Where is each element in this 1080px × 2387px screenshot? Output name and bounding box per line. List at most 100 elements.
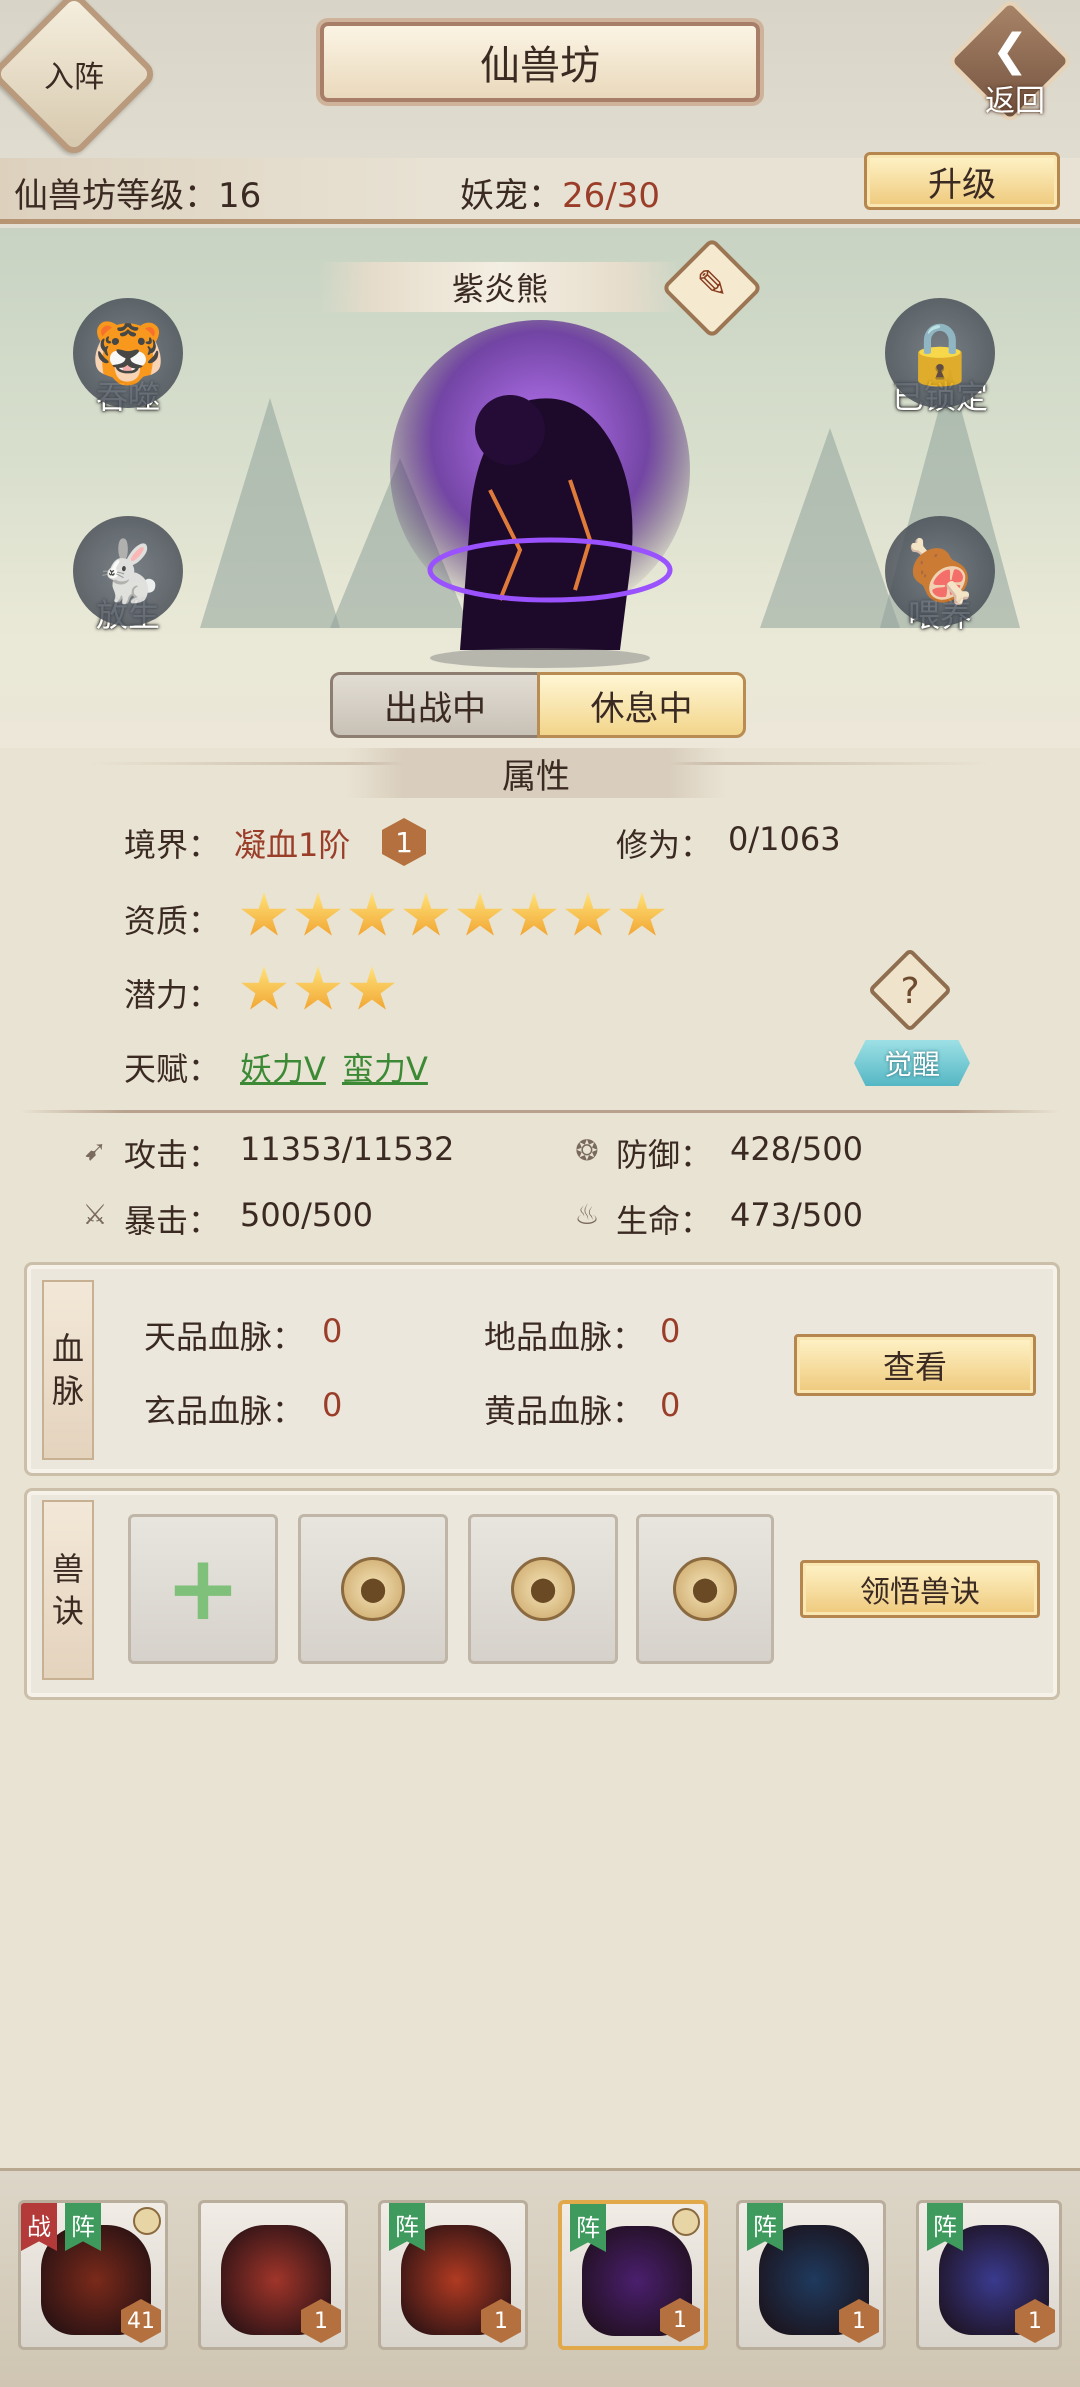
formation-tag: 阵 (747, 2203, 783, 2251)
star-icon (510, 892, 558, 936)
workshop-level: 仙兽坊等级：16 (14, 176, 262, 216)
cultivation-label: 修为： (616, 826, 713, 864)
meat-icon: 🍖 (885, 516, 995, 626)
roster-pet-card[interactable]: 阵1 (736, 2200, 886, 2350)
lock-icon: 🔒 (885, 298, 995, 408)
formation-tag: 阵 (927, 2203, 963, 2251)
divider (20, 1110, 1060, 1113)
attack-label: 攻击： (124, 1136, 221, 1174)
defense-label: 防御： (616, 1136, 713, 1174)
plus-icon: + (165, 1536, 241, 1641)
star-icon (294, 892, 342, 936)
star-icon (348, 892, 396, 936)
di-bloodline-label: 地品血脉： (484, 1318, 645, 1356)
page-title: 仙兽坊 (320, 22, 760, 102)
roster-pet-card[interactable]: 战阵 41 (18, 2200, 168, 2350)
realm-label: 境界： (124, 826, 221, 864)
roster-pet-card[interactable]: 阵1 (916, 2200, 1062, 2350)
star-icon (402, 892, 450, 936)
huang-bloodline-value: 0 (660, 1386, 681, 1424)
defense-value: 428/500 (730, 1130, 863, 1168)
realm-level-badge: 1 (382, 818, 426, 866)
crit-icon: ⚔ (82, 1198, 108, 1231)
skill-slot-locked[interactable]: ⬤ (636, 1514, 774, 1664)
star-icon (348, 966, 396, 1010)
crit-value: 500/500 (240, 1196, 373, 1234)
tian-bloodline-value: 0 (322, 1312, 343, 1350)
huang-bloodline-label: 黄品血脉： (484, 1392, 645, 1430)
roster-pet-card[interactable]: 阵1 (558, 2200, 708, 2350)
hp-label: 生命： (616, 1202, 713, 1240)
roster-pet-card[interactable]: 阵1 (378, 2200, 528, 2350)
lock-button[interactable]: 🔒 已锁定 (880, 298, 1000, 428)
padlock-icon: ⬤ (511, 1557, 575, 1621)
hp-value: 473/500 (730, 1196, 863, 1234)
skill-slot-locked[interactable]: ⬤ (468, 1514, 618, 1664)
brush-icon: ✎ (696, 262, 728, 306)
status-tab-rest[interactable]: 休息中 (537, 672, 746, 738)
cultivation-value: 0/1063 (728, 820, 841, 858)
bloodline-tab-char: 血 (51, 1330, 84, 1368)
xuan-bloodline-value: 0 (322, 1386, 343, 1424)
tiger-head-icon: 🐯 (73, 298, 183, 408)
crit-label: 暴击： (124, 1202, 221, 1240)
mountain-decor (760, 428, 900, 628)
pet-count-value: 26/30 (562, 176, 660, 216)
purple-flame-bear-image (390, 320, 690, 668)
question-icon: ? (900, 971, 920, 1012)
star-icon (240, 892, 288, 936)
pet-count: 妖宠：26/30 (460, 168, 660, 217)
bloodline-tab: 血 脉 (42, 1280, 94, 1460)
mountain-decor (200, 398, 340, 628)
devour-button[interactable]: 🐯 吞噬 (68, 298, 188, 428)
di-bloodline-value: 0 (660, 1312, 681, 1350)
join-formation-label: 入阵 (44, 60, 104, 95)
back-arrow-icon: ❮ (991, 25, 1029, 76)
star-icon (294, 966, 342, 1010)
bow-icon: ➹ (83, 1134, 107, 1167)
upgrade-button[interactable]: 升级 (864, 152, 1060, 210)
life-icon: ♨ (574, 1198, 600, 1231)
feed-button[interactable]: 🍖 喂养 (880, 516, 1000, 646)
view-bloodline-button[interactable]: 查看 (794, 1334, 1036, 1396)
battle-tag: 战 (21, 2203, 57, 2251)
learn-skill-button[interactable]: 领悟兽诀 (800, 1560, 1040, 1618)
shield-icon: ❂ (575, 1134, 599, 1167)
skill-tab-char: 诀 (51, 1592, 84, 1630)
pet-name: 紫炎熊 (320, 262, 680, 312)
status-tab-battle[interactable]: 出战中 (330, 672, 540, 738)
attack-value: 11353/11532 (240, 1130, 455, 1168)
star-icon (456, 892, 504, 936)
awaken-button[interactable]: 觉醒 (854, 1040, 970, 1086)
tian-bloodline-label: 天品血脉： (144, 1318, 305, 1356)
formation-tag: 阵 (389, 2203, 425, 2251)
back-label: 返回 (985, 84, 1045, 119)
rabbit-icon: 🐇 (73, 516, 183, 626)
star-icon (618, 892, 666, 936)
talent-link[interactable]: 妖力V (240, 1044, 326, 1090)
lock-icon (672, 2208, 700, 2236)
aptitude-label: 资质： (124, 902, 221, 940)
aptitude-stars (240, 892, 672, 944)
lock-icon (133, 2207, 161, 2235)
potential-stars (240, 966, 402, 1018)
pet-count-label: 妖宠： (460, 176, 562, 216)
potential-label: 潜力： (124, 976, 221, 1014)
roster-pet-card[interactable]: 1 (198, 2200, 348, 2350)
star-icon (564, 892, 612, 936)
skill-tab-char: 兽 (51, 1550, 84, 1588)
formation-tag: 阵 (570, 2204, 606, 2252)
xuan-bloodline-label: 玄品血脉： (144, 1392, 305, 1430)
padlock-icon: ⬤ (341, 1557, 405, 1621)
bloodline-tab-char: 脉 (51, 1372, 84, 1410)
release-button[interactable]: 🐇 放生 (68, 516, 188, 646)
skill-slot-locked[interactable]: ⬤ (298, 1514, 448, 1664)
skill-slot-add[interactable]: + (128, 1514, 278, 1664)
star-icon (240, 966, 288, 1010)
realm-value: 凝血1阶 (234, 826, 351, 864)
attributes-heading: 属性 (346, 748, 726, 798)
padlock-icon: ⬤ (673, 1557, 737, 1621)
skill-tab: 兽 诀 (42, 1500, 94, 1680)
talent-label: 天赋： (124, 1050, 221, 1088)
talent-link[interactable]: 蛮力V (342, 1044, 428, 1090)
